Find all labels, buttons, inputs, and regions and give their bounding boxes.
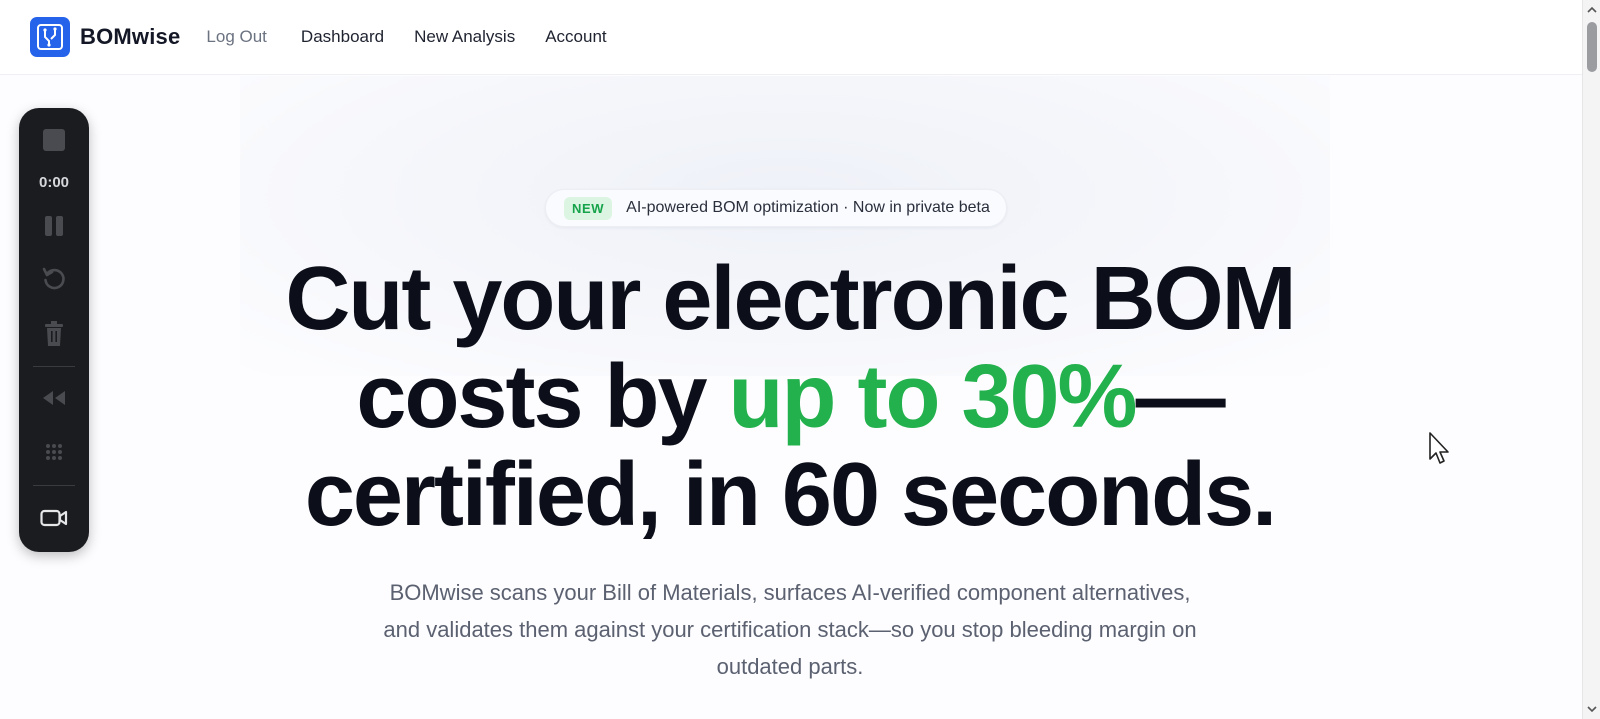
toolbar-divider <box>33 366 75 367</box>
recording-timer: 0:00 <box>38 174 70 191</box>
headline-line2-start: costs by <box>356 347 729 447</box>
pause-button[interactable] <box>34 206 74 246</box>
mouse-cursor-icon <box>1429 432 1449 464</box>
announcement-badge[interactable]: NEW AI-powered BOM optimization · Now in… <box>545 189 1007 227</box>
hero-headline: Cut your electronic BOM costs by up to 3… <box>200 250 1380 544</box>
trash-icon <box>45 321 63 346</box>
dashboard-link[interactable]: Dashboard <box>301 27 384 47</box>
new-analysis-link[interactable]: New Analysis <box>414 27 515 47</box>
toolbar-divider <box>33 485 75 486</box>
headline-line1: Cut your electronic BOM <box>285 249 1296 349</box>
headline-highlight: up to 30% <box>728 347 1138 447</box>
logo-icon <box>30 17 70 57</box>
pause-icon <box>45 216 63 236</box>
account-link[interactable]: Account <box>545 27 606 47</box>
hero-subtext: BOMwise scans your Bill of Materials, su… <box>383 580 1197 679</box>
grid-button[interactable] <box>34 432 74 472</box>
delete-button[interactable] <box>34 314 74 354</box>
restart-icon <box>42 267 65 290</box>
restart-button[interactable] <box>34 259 74 299</box>
brand-name: BOMwise <box>80 24 181 49</box>
logout-link[interactable]: Log Out <box>206 27 267 47</box>
scroll-thumb[interactable] <box>1587 22 1597 72</box>
stop-button[interactable] <box>34 120 74 160</box>
scroll-up-icon[interactable] <box>1587 5 1597 15</box>
brand[interactable]: BOMwise <box>30 17 180 57</box>
nav-links: Log Out Dashboard New Analysis Account <box>206 27 636 47</box>
page: BOMwise Log Out Dashboard New Analysis A… <box>0 0 1600 719</box>
scroll-down-icon[interactable] <box>1587 704 1597 714</box>
headline-line3: certified, in 60 seconds. <box>304 445 1277 545</box>
rewind-icon <box>43 391 65 405</box>
new-tag: NEW <box>564 196 613 220</box>
stop-icon <box>43 129 65 151</box>
screen-recorder-toolbar: 0:00 <box>19 108 89 552</box>
vertical-scrollbar[interactable] <box>1582 0 1600 719</box>
headline-dash: — <box>1135 347 1226 447</box>
rewind-button[interactable] <box>34 378 74 418</box>
camera-icon <box>40 509 68 527</box>
badge-text: AI-powered BOM optimization · Now in pri… <box>626 199 990 216</box>
camera-button[interactable] <box>34 498 74 538</box>
top-nav: BOMwise Log Out Dashboard New Analysis A… <box>0 0 1582 75</box>
grid-icon <box>46 444 62 460</box>
